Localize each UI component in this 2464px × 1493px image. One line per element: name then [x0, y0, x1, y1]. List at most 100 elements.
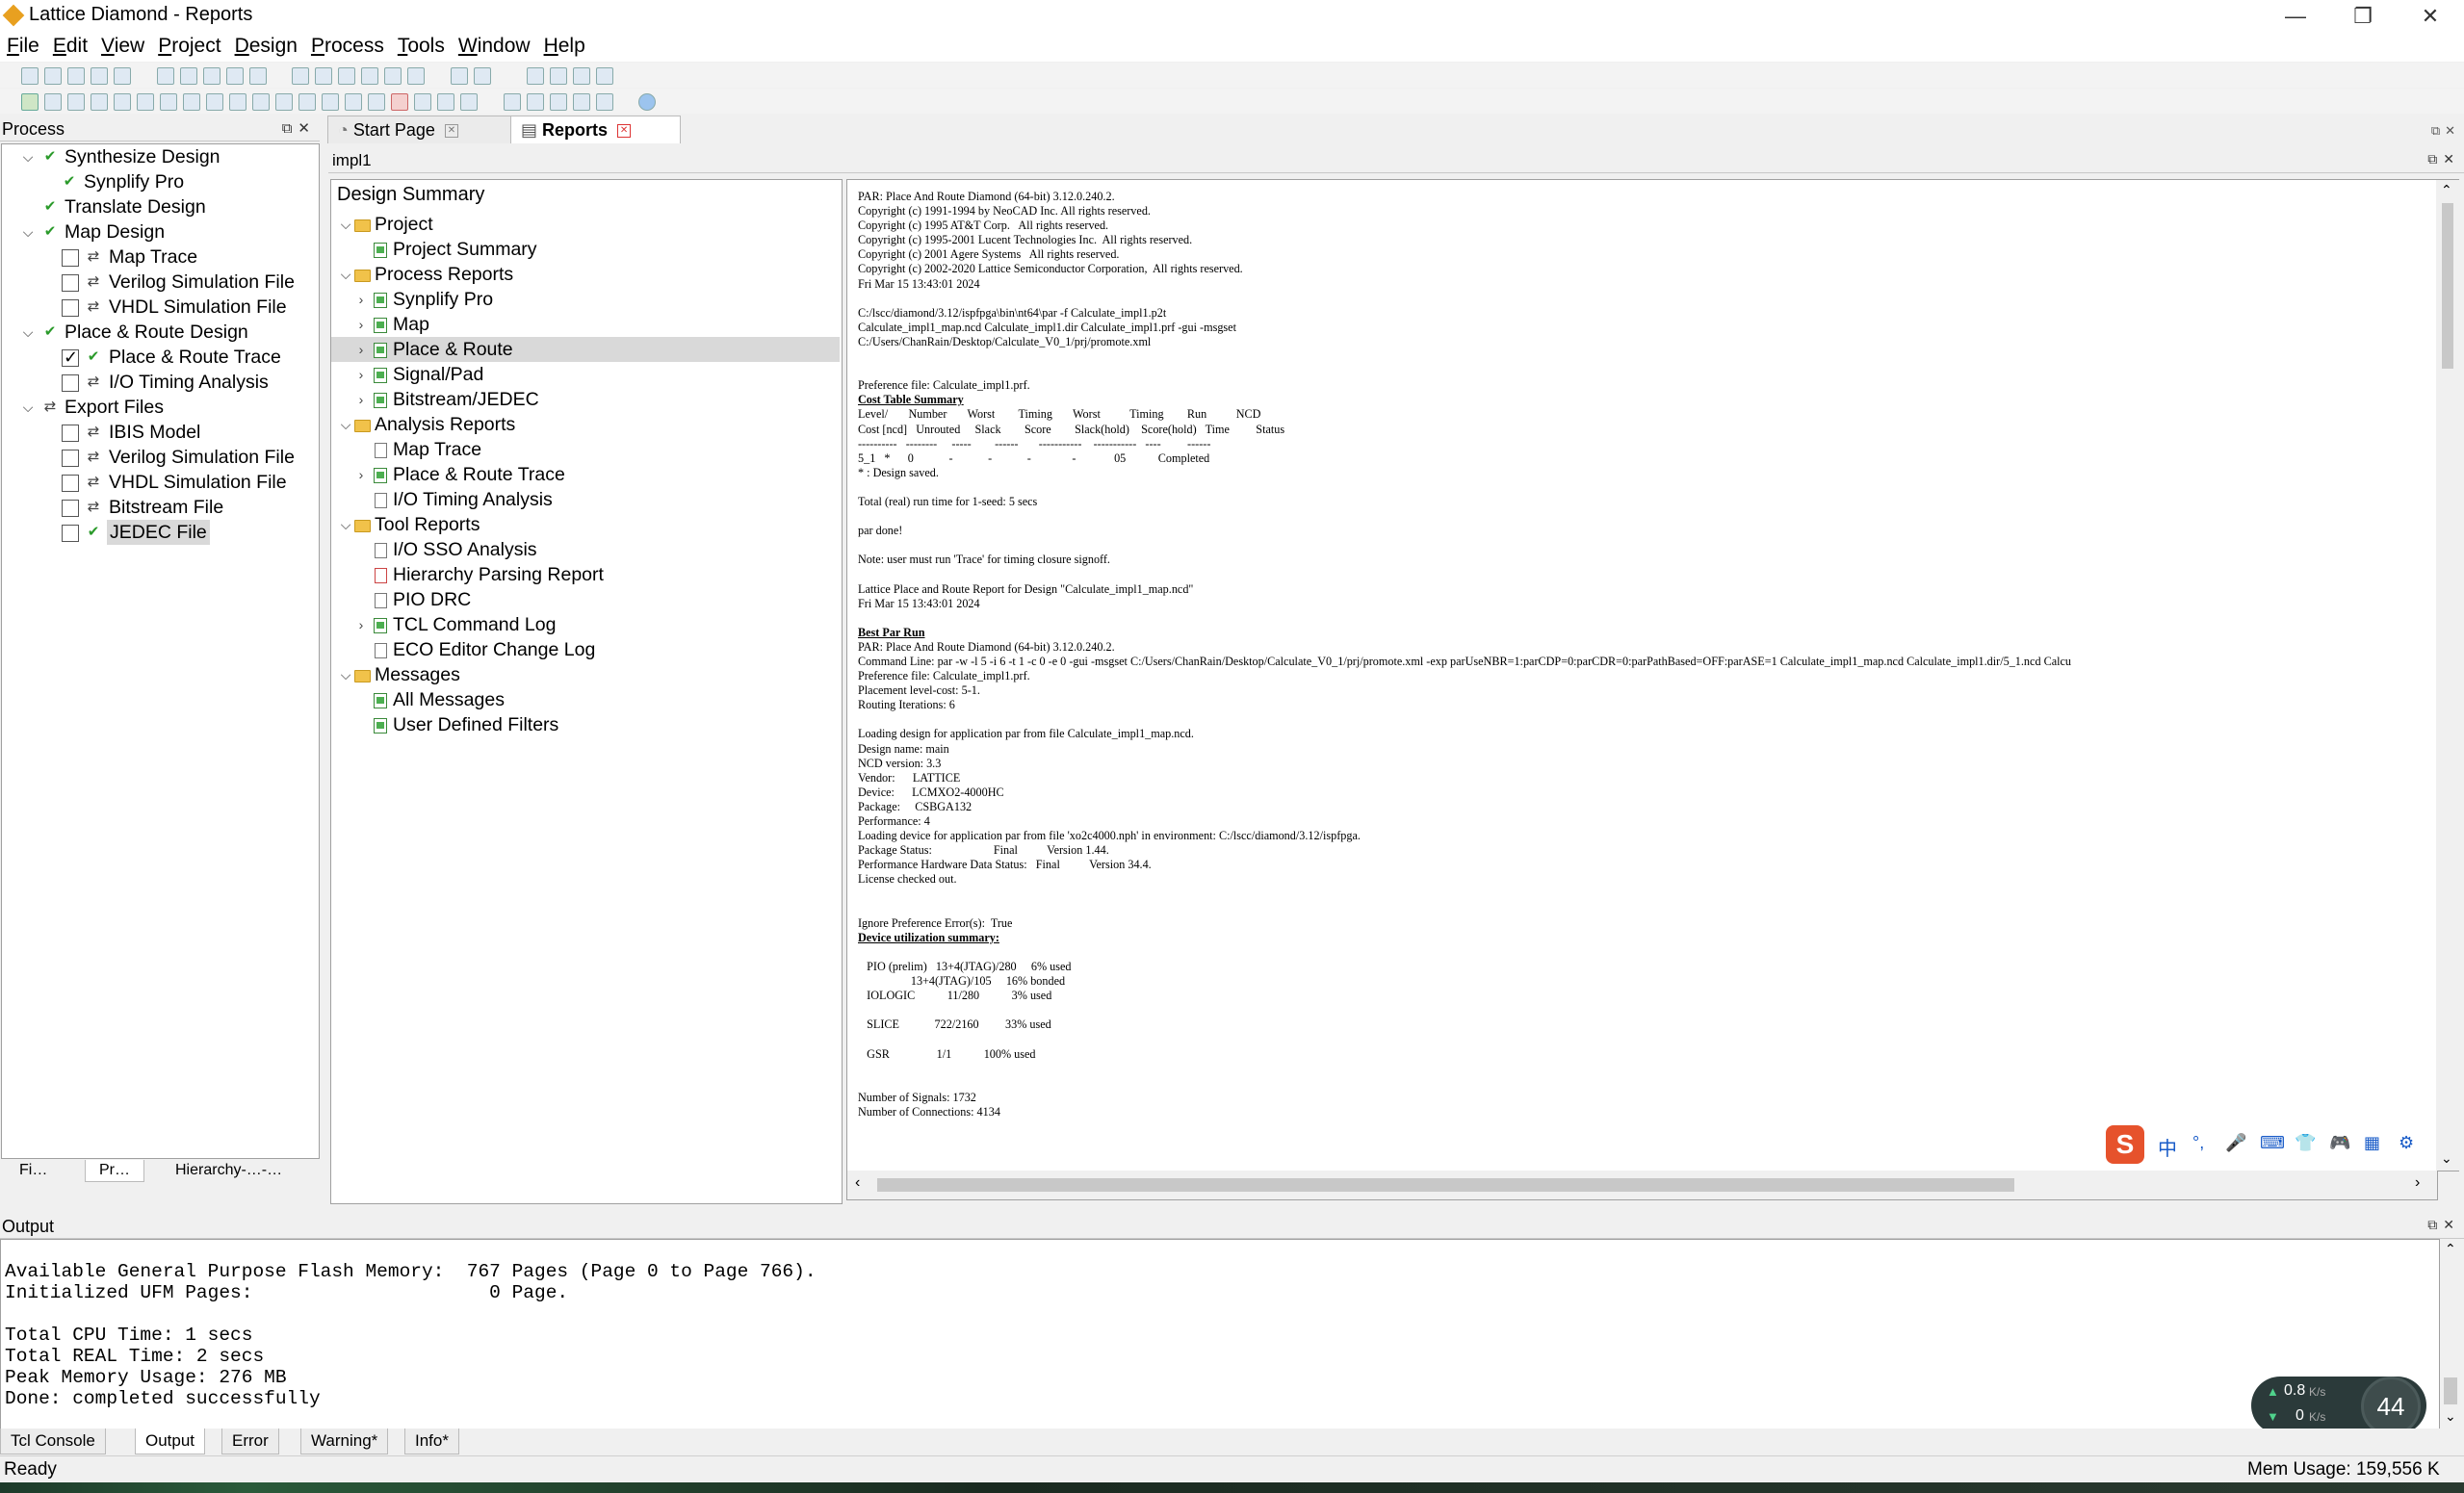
power-calc-icon[interactable]: [183, 93, 201, 111]
design-summary-title[interactable]: Design Summary: [337, 184, 484, 206]
layout-icon-1[interactable]: [526, 67, 544, 85]
chevron-down-icon[interactable]: ⌵: [21, 219, 35, 245]
menu-help[interactable]: Help: [537, 33, 592, 60]
floorplan-icon[interactable]: [114, 93, 132, 111]
zoom-out-icon[interactable]: [361, 67, 379, 85]
scroll-down-icon[interactable]: ⌄: [2441, 1150, 2452, 1167]
layout-icon-4[interactable]: [595, 67, 613, 85]
netlist-icon[interactable]: [67, 93, 86, 111]
scroll-thumb[interactable]: [2442, 203, 2453, 369]
checkbox[interactable]: [62, 274, 79, 292]
menu-project[interactable]: Project: [151, 33, 227, 60]
ssoanalysis-icon[interactable]: [345, 93, 363, 111]
checkbox[interactable]: [62, 500, 79, 517]
menu-file[interactable]: File: [0, 33, 46, 60]
window-tile-icon[interactable]: [503, 93, 521, 111]
checkbox[interactable]: [62, 450, 79, 467]
chevron-right-icon[interactable]: ›: [354, 312, 368, 337]
tab-tcl-console[interactable]: Tcl Console: [0, 1429, 106, 1454]
chevron-right-icon[interactable]: ›: [354, 287, 368, 312]
tool-wrench-icon[interactable]: [460, 93, 479, 111]
window-float-icon[interactable]: [572, 93, 590, 111]
spreadsheet-icon[interactable]: [44, 93, 63, 111]
chevron-right-icon[interactable]: ›: [354, 362, 368, 387]
print-icon[interactable]: [114, 67, 132, 85]
h-scroll-thumb[interactable]: [877, 1178, 2014, 1192]
close-button[interactable]: ✕: [2397, 0, 2464, 33]
menu-view[interactable]: View: [94, 33, 151, 60]
package-view-icon[interactable]: [91, 93, 109, 111]
ime-keyboard-icon[interactable]: ⌨: [2260, 1133, 2285, 1153]
checkbox-checked[interactable]: [62, 345, 79, 370]
pinout-icon[interactable]: [368, 93, 386, 111]
scroll-left-icon[interactable]: ‹: [855, 1174, 860, 1192]
ip-express-icon[interactable]: [206, 93, 224, 111]
checkbox[interactable]: [62, 374, 79, 392]
close-tab-icon[interactable]: ✕: [617, 124, 632, 139]
report-view-icon[interactable]: [450, 67, 468, 85]
tab-warning[interactable]: Warning*: [300, 1429, 389, 1454]
close-tab-icon[interactable]: ✕: [444, 124, 458, 139]
chevron-down-icon[interactable]: ⌵: [21, 320, 35, 345]
dependency-icon[interactable]: [437, 93, 455, 111]
chevron-right-icon[interactable]: ›: [354, 612, 368, 637]
layout-icon-3[interactable]: [572, 67, 590, 85]
ime-apps-icon[interactable]: ▦: [2364, 1133, 2380, 1153]
layout-icon-2[interactable]: [549, 67, 567, 85]
paste-icon[interactable]: [248, 67, 267, 85]
tab-process[interactable]: Pr…: [85, 1160, 144, 1182]
checkbox[interactable]: [62, 299, 79, 317]
tab-reports[interactable]: ▤ Reports ✕: [510, 116, 681, 143]
model-icon[interactable]: [414, 93, 432, 111]
summary-place-route[interactable]: › Place & Route: [331, 337, 840, 362]
ime-skin-icon[interactable]: 👕: [2295, 1133, 2316, 1153]
scroll-up-icon[interactable]: ⌃: [2445, 1241, 2456, 1257]
checkbox[interactable]: [62, 425, 79, 442]
tab-info[interactable]: Info*: [404, 1429, 459, 1454]
stop-icon[interactable]: [391, 93, 409, 111]
sogou-logo-icon[interactable]: S: [2106, 1125, 2144, 1164]
programmer-icon[interactable]: [298, 93, 317, 111]
ime-chinese-mode[interactable]: 中: [2158, 1133, 2177, 1161]
report-vertical-scrollbar[interactable]: ⌃ ⌄: [2436, 179, 2459, 1171]
tab-output[interactable]: Output: [135, 1429, 206, 1454]
scroll-up-icon[interactable]: ⌃: [2441, 182, 2452, 198]
scroll-thumb[interactable]: [2444, 1377, 2457, 1404]
window-cascade-icon[interactable]: [549, 93, 567, 111]
zoom-fit-icon[interactable]: [384, 67, 402, 85]
undo-icon[interactable]: [156, 67, 174, 85]
chevron-down-icon[interactable]: ⌵: [339, 212, 352, 237]
open-folder-icon[interactable]: [44, 67, 63, 85]
network-speed-widget[interactable]: ▲ 0.8 K/s ▼ 0 K/s 44: [2251, 1377, 2426, 1436]
save-all-icon[interactable]: [91, 67, 109, 85]
reveal-analyzer-icon[interactable]: [252, 93, 271, 111]
chevron-down-icon[interactable]: ⌵: [339, 412, 352, 437]
chevron-down-icon[interactable]: ⌵: [339, 512, 352, 537]
copy-icon[interactable]: [225, 67, 244, 85]
output-vertical-scrollbar[interactable]: ⌃ ⌄: [2440, 1239, 2461, 1428]
ime-settings-icon[interactable]: ⚙: [2399, 1133, 2414, 1153]
scroll-down-icon[interactable]: ⌄: [2445, 1408, 2456, 1425]
new-file-icon[interactable]: [21, 67, 39, 85]
physical-view-icon[interactable]: [137, 93, 155, 111]
impl-float-close-icon[interactable]: ⧉✕: [2427, 151, 2460, 167]
find-icon[interactable]: [292, 67, 310, 85]
menu-window[interactable]: Window: [452, 33, 537, 60]
help-globe-icon[interactable]: [638, 93, 657, 111]
menu-design[interactable]: Design: [228, 33, 304, 60]
ime-punctuation-icon[interactable]: °,: [2192, 1133, 2204, 1153]
window-split-icon[interactable]: [526, 93, 544, 111]
checkbox[interactable]: [62, 475, 79, 492]
replace-icon[interactable]: [315, 67, 333, 85]
reveal-inserter-icon[interactable]: [229, 93, 247, 111]
timing-analysis-icon[interactable]: [160, 93, 178, 111]
checkbox[interactable]: [62, 249, 79, 267]
window-grid-icon[interactable]: [595, 93, 613, 111]
checkbox[interactable]: [62, 525, 79, 542]
chevron-down-icon[interactable]: ⌵: [339, 662, 352, 687]
settings-view-icon[interactable]: [473, 67, 491, 85]
ime-game-icon[interactable]: 🎮: [2329, 1133, 2350, 1153]
output-float-close-icon[interactable]: ⧉✕: [2427, 1217, 2460, 1233]
tab-error[interactable]: Error: [221, 1429, 279, 1454]
chevron-right-icon[interactable]: ›: [354, 387, 368, 412]
